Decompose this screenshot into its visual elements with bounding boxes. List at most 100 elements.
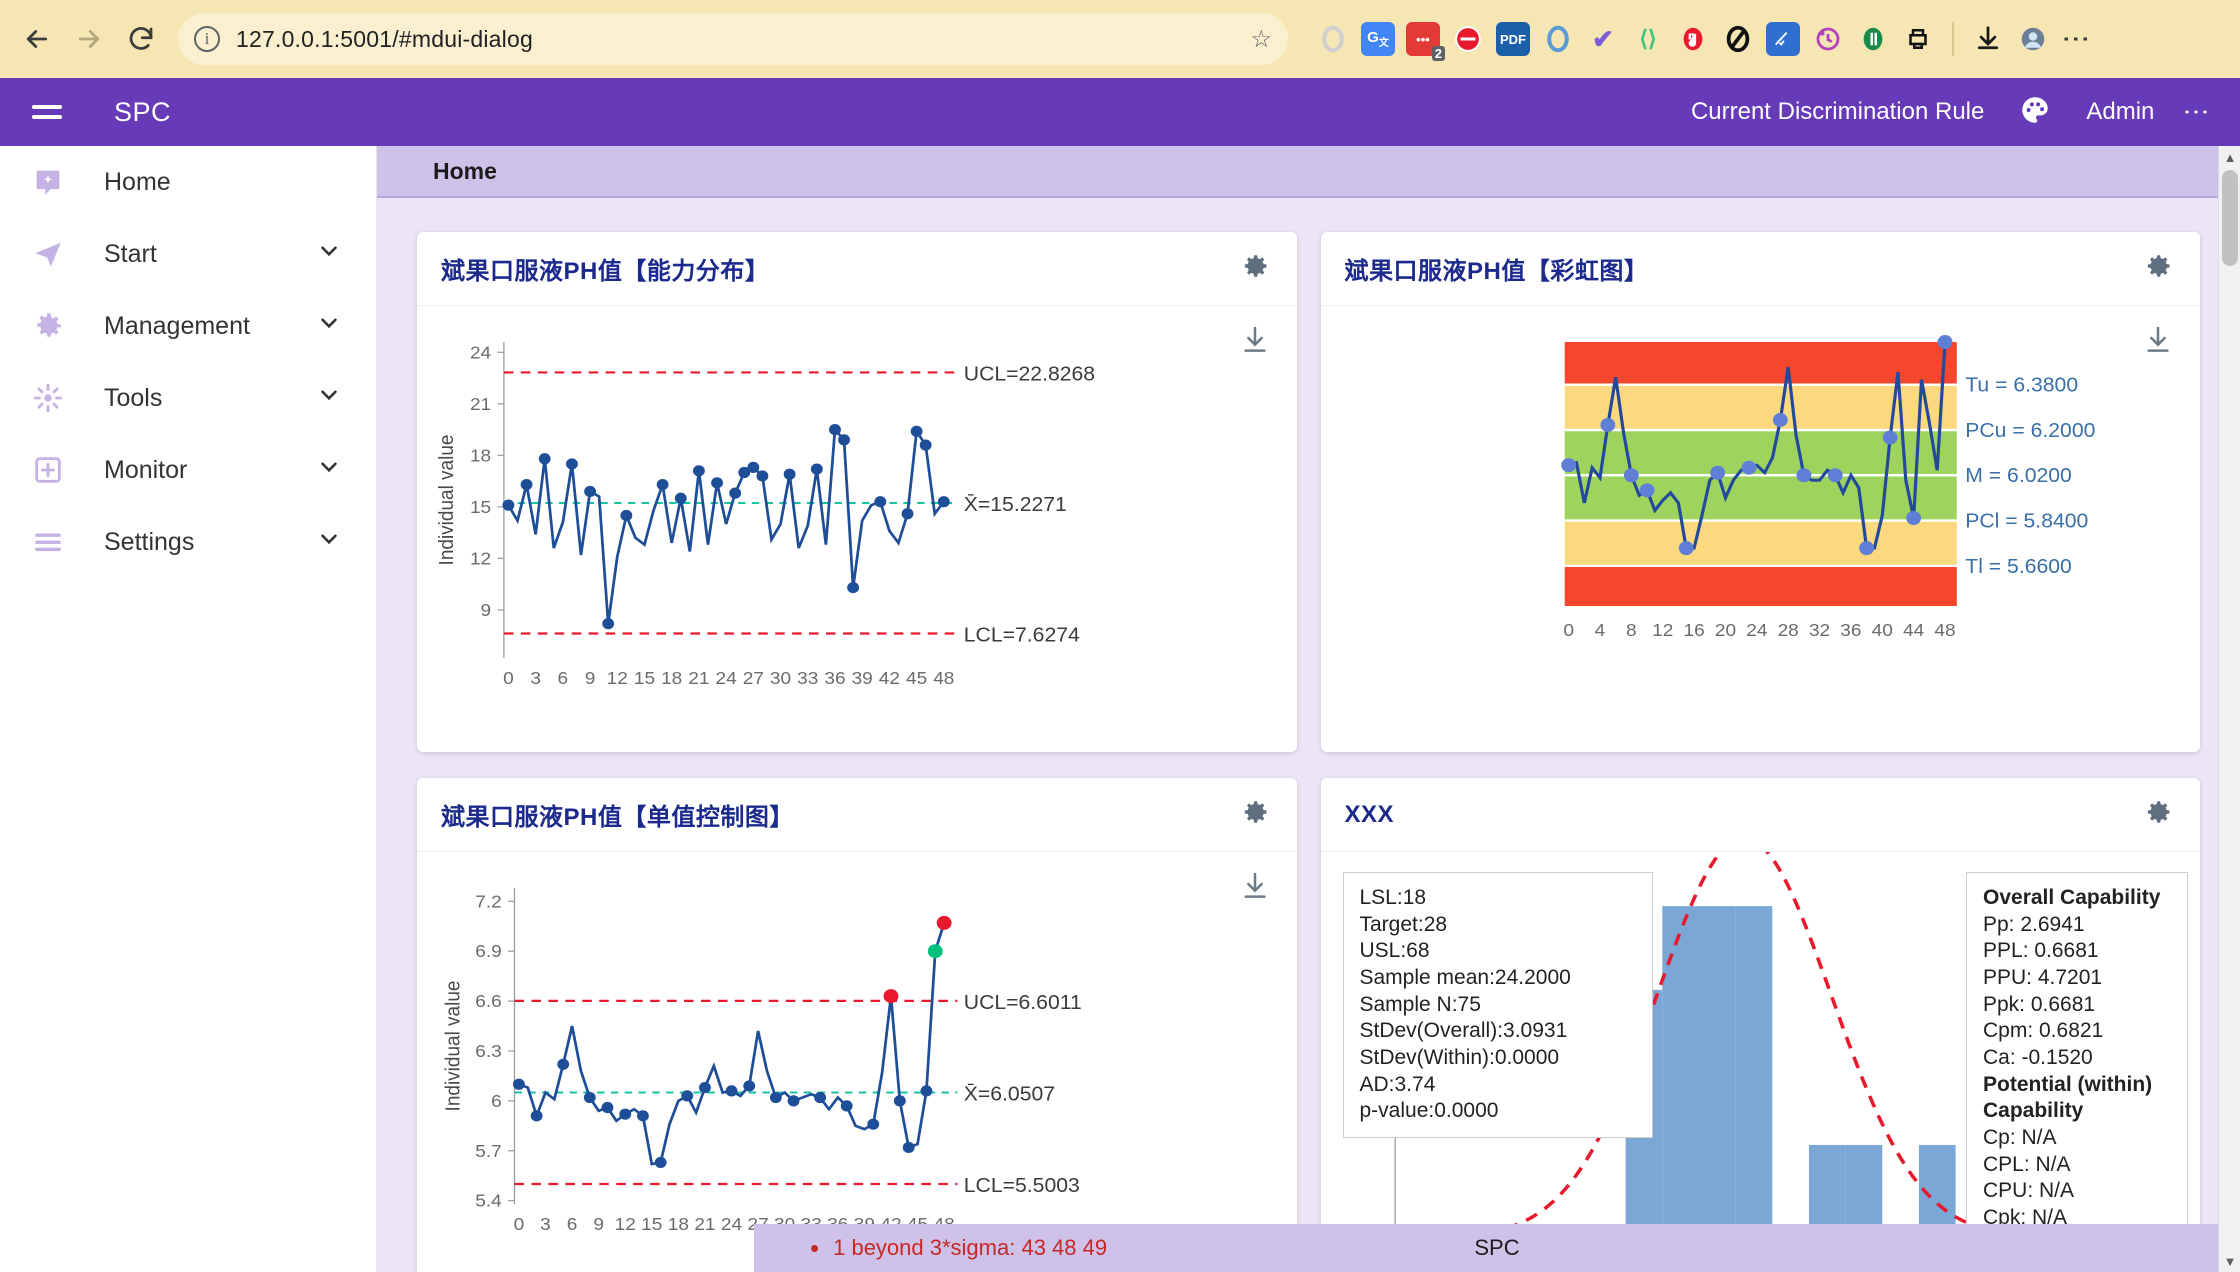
sidebar-item-monitor[interactable]: Monitor (0, 434, 376, 506)
adblock-extension-icon[interactable] (1451, 22, 1485, 56)
svg-text:48: 48 (1934, 619, 1955, 639)
grey-ring-extension-icon[interactable] (1316, 22, 1350, 56)
blue-notes-extension-icon[interactable] (1766, 22, 1800, 56)
download-icon[interactable] (1971, 22, 2005, 56)
browser-toolbar: i 127.0.0.1:5001/#mdui-dialog ☆ G文 ••• 2… (0, 0, 2240, 78)
sidebar-item-start[interactable]: Start (0, 218, 376, 290)
svg-text:LCL=5.5003: LCL=5.5003 (964, 1175, 1080, 1197)
svg-text:6: 6 (491, 1090, 502, 1110)
svg-text:9: 9 (593, 1213, 604, 1233)
svg-text:PCl = 5.8400: PCl = 5.8400 (1965, 510, 2088, 532)
blue-ring-extension-icon[interactable] (1541, 22, 1575, 56)
footer-spc-label: SPC (1474, 1235, 1520, 1260)
svg-text:5.4: 5.4 (475, 1190, 502, 1210)
svg-text:8: 8 (1626, 619, 1637, 639)
sidebar-item-label: Start (104, 239, 157, 268)
card-individual-control-chart: 斌果口服液PH值【单值控制图】 5.4 5.7 6 6.3 6.6 6.9 7.2 0 3 6 9 1… (417, 778, 1297, 1272)
red-recorder-extension-icon[interactable]: ••• 2 (1406, 22, 1445, 61)
svg-text:24: 24 (721, 1213, 742, 1233)
chart-capability-distribution: 9 12 15 18 21 24 0 3 6 9 12 15 18 21 24 27 30 33 36 39 42 45 4… (417, 306, 1297, 752)
svg-text:36: 36 (824, 667, 845, 687)
app-menu-button[interactable]: ⋮ (2182, 99, 2212, 125)
purple-check-extension-icon[interactable]: ✔ (1586, 22, 1620, 56)
within-capability-heading: Potential (within) Capability (1983, 1072, 2153, 1123)
application: SPC Current Discrimination Rule Admin ⋮ … (0, 78, 2240, 1272)
gear-icon[interactable] (2142, 796, 2174, 833)
svg-text:15: 15 (634, 667, 655, 687)
cpu-value: CPU: N/A (1983, 1179, 2075, 1203)
green-brackets-extension-icon[interactable]: ⟨⟩ (1631, 22, 1665, 56)
svg-text:18: 18 (661, 667, 682, 687)
overall-capability-heading: Overall Capability (1983, 886, 2161, 909)
card-title: XXX (1344, 800, 1395, 828)
address-bar[interactable]: i 127.0.0.1:5001/#mdui-dialog ☆ (178, 13, 1288, 65)
svg-text:15: 15 (470, 496, 491, 516)
svg-text:21: 21 (688, 667, 709, 687)
svg-text:30: 30 (770, 667, 791, 687)
url-text: 127.0.0.1:5001/#mdui-dialog (236, 25, 533, 52)
card-header: 斌果口服液PH值【单值控制图】 (417, 778, 1297, 852)
sidebar-item-label: Settings (104, 527, 195, 556)
scroll-up-arrow[interactable]: ▲ (2219, 146, 2240, 168)
print-extension-icon[interactable] (1901, 22, 1935, 56)
svg-text:6.6: 6.6 (475, 991, 502, 1011)
site-info-icon[interactable]: i (194, 26, 220, 52)
scrollbar-thumb[interactable] (2222, 170, 2238, 266)
palette-icon[interactable] (2018, 93, 2052, 132)
user-name[interactable]: Admin (2086, 98, 2154, 126)
chevron-down-icon[interactable] (316, 526, 342, 558)
home-sparkle-icon (26, 160, 70, 204)
svg-text:24: 24 (716, 667, 737, 687)
google-translate-extension-icon[interactable]: G文 (1361, 22, 1395, 56)
svg-text:UCL=6.6011: UCL=6.6011 (964, 991, 1082, 1013)
chevron-down-icon[interactable] (316, 310, 342, 342)
svg-text:9: 9 (585, 667, 596, 687)
browser-menu-button[interactable]: ⋮ (2061, 25, 2092, 53)
svg-text:44: 44 (1903, 619, 1924, 639)
svg-text:Tl = 5.6600: Tl = 5.6600 (1965, 555, 2072, 577)
block-extension-icon[interactable] (1721, 22, 1755, 56)
chevron-down-icon[interactable] (316, 238, 342, 270)
svg-text:0: 0 (514, 1213, 525, 1233)
profile-avatar[interactable] (2016, 22, 2050, 56)
back-button[interactable] (14, 16, 60, 62)
svg-text:20: 20 (1714, 619, 1735, 639)
svg-text:15: 15 (641, 1213, 662, 1233)
svg-text:7.2: 7.2 (475, 891, 502, 911)
menu-toggle-icon[interactable] (32, 99, 62, 125)
dashboard-grid: 斌果口服液PH值【能力分布】 9 12 15 18 21 24 0 3 6 9 12 15 18 21 24… (377, 198, 2240, 1272)
gear-icon[interactable] (1239, 796, 1271, 833)
green-pause-extension-icon[interactable] (1856, 22, 1890, 56)
scroll-down-arrow[interactable]: ▼ (2219, 1250, 2240, 1272)
current-discrimination-rule-link[interactable]: Current Discrimination Rule (1691, 98, 1984, 126)
sidebar-item-home[interactable]: Home (0, 146, 376, 218)
svg-text:5.7: 5.7 (475, 1140, 502, 1160)
sidebar-item-settings[interactable]: Settings (0, 506, 376, 578)
bookmark-icon[interactable]: ☆ (1250, 25, 1272, 54)
red-hand-extension-icon[interactable] (1676, 22, 1710, 56)
svg-text:6.9: 6.9 (475, 941, 502, 961)
gear-icon[interactable] (2142, 250, 2174, 287)
forward-button[interactable] (66, 16, 112, 62)
app-title: SPC (114, 96, 172, 127)
svg-text:27: 27 (743, 667, 764, 687)
ad-value: AD:3.74 (1359, 1072, 1436, 1096)
reload-button[interactable] (118, 16, 164, 62)
svg-text:12: 12 (615, 1213, 636, 1233)
sidebar-item-tools[interactable]: Tools (0, 362, 376, 434)
pp-value: Pp: 2.6941 (1983, 912, 2085, 936)
history-extension-icon[interactable] (1811, 22, 1845, 56)
svg-text:0: 0 (1563, 619, 1574, 639)
svg-text:24: 24 (470, 342, 491, 362)
chart-rainbow: Tu = 6.3800 PCu = 6.2000 M = 6.0200 PCl = 5… (1321, 306, 2201, 752)
svg-text:33: 33 (797, 667, 818, 687)
chevron-down-icon[interactable] (316, 382, 342, 414)
gear-icon[interactable] (1239, 250, 1271, 287)
page-scrollbar[interactable]: ▲ ▼ (2218, 146, 2240, 1272)
chart-individual-control: 5.45.766.36.66.97.2036912151821242730333… (417, 852, 1297, 1272)
ppl-value: PPL: 0.6681 (1983, 939, 2099, 963)
chevron-down-icon[interactable] (316, 454, 342, 486)
sidebar-item-management[interactable]: Management (0, 290, 376, 362)
card-header: 斌果口服液PH值【彩虹图】 (1320, 232, 2200, 306)
pdf-extension-icon[interactable]: PDF (1496, 22, 1530, 56)
